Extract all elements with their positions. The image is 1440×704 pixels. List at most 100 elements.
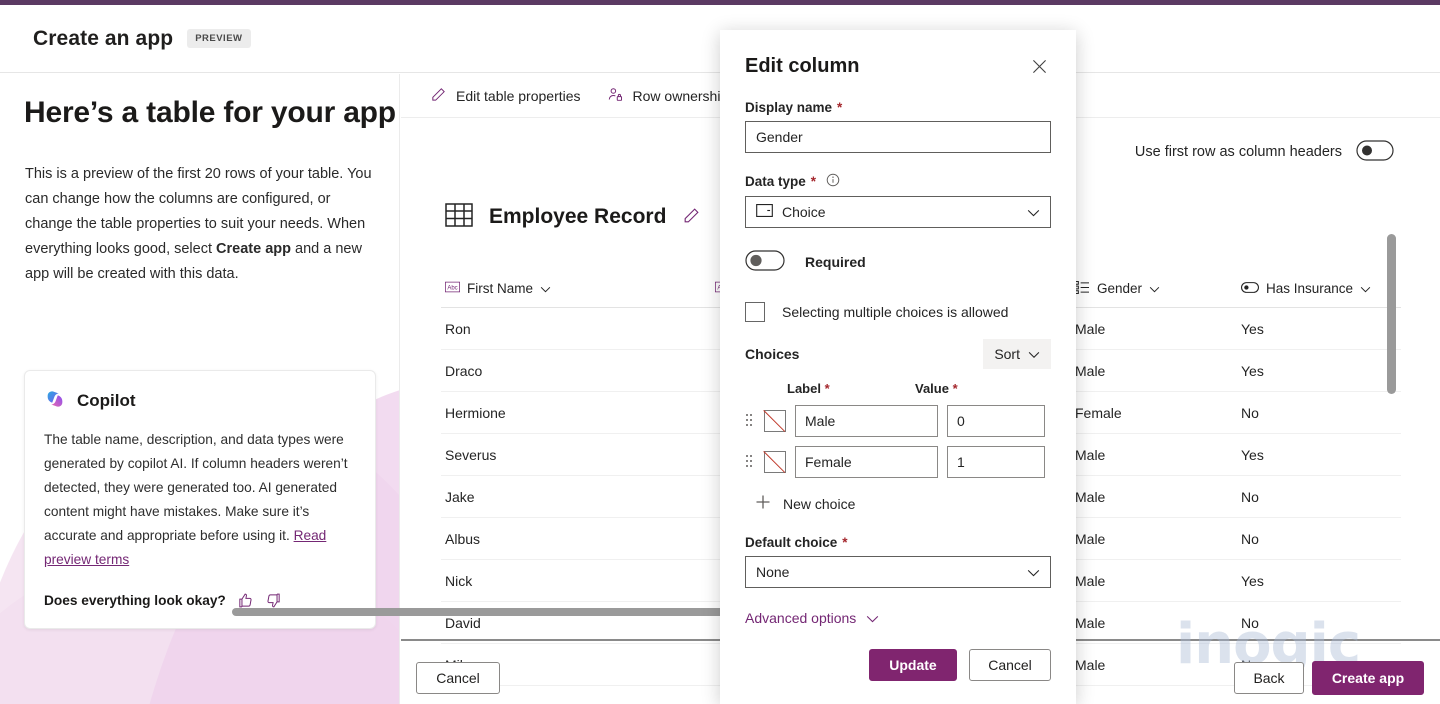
dialog-actions: Update Cancel [745,649,1051,681]
advanced-options-toggle[interactable]: Advanced options [745,610,1051,626]
cell-has-insurance: Yes [1241,362,1264,379]
copilot-header: Copilot [44,388,356,413]
cell-first-name: Albus [445,530,481,547]
data-type-label: Data type * [745,173,1051,190]
choices-label: Choices [745,346,800,362]
copilot-card: Copilot The table name, description, and… [24,370,376,629]
multi-select-label: Selecting multiple choices is allowed [782,304,1009,320]
drag-handle-icon[interactable] [745,412,755,430]
chevron-down-icon [866,610,879,626]
pencil-icon [430,86,447,106]
use-first-row-toggle[interactable] [1356,140,1394,164]
intro-text-bold: Create app [216,241,291,257]
column-header-gender[interactable]: Gender [1071,280,1237,297]
column-header-has-insurance[interactable]: Has Insurance [1237,281,1397,296]
back-button[interactable]: Back [1234,662,1304,694]
default-choice-label: Default choice * [745,535,1051,550]
row-ownership-label: Row ownership [632,87,729,104]
required-asterisk: * [948,381,958,396]
cell-has-insurance: Yes [1241,320,1264,337]
choice-label-input[interactable] [795,446,938,478]
page-title: Create an app [33,26,174,50]
dialog-header: Edit column [745,30,1051,78]
sort-button[interactable]: Sort [983,339,1051,369]
edit-table-name-icon[interactable] [682,206,701,228]
choice-value-input[interactable] [947,446,1045,478]
cell-has-insurance: No [1241,530,1259,547]
use-first-row-label: Use first row as column headers [1134,144,1342,160]
edit-table-properties-button[interactable]: Edit table properties [430,86,581,106]
dialog-cancel-button[interactable]: Cancel [969,649,1051,681]
copilot-body-text: The table name, description, and data ty… [44,432,348,543]
cell-first-name: Severus [445,446,497,463]
required-asterisk: * [837,100,843,115]
svg-text:Abc: Abc [447,285,457,291]
choice-type-icon [756,204,773,220]
person-lock-icon [607,86,624,106]
choices-column-headers: Label * Value * [745,381,1051,396]
edit-table-properties-label: Edit table properties [456,87,581,104]
table-name: Employee Record [489,204,667,228]
copilot-feedback-question: Does everything look okay? [44,593,226,608]
row-ownership-button[interactable]: Row ownership [607,86,729,106]
update-button[interactable]: Update [869,649,957,681]
sort-button-label: Sort [994,346,1020,362]
table-icon [445,202,473,231]
thumbs-down-icon[interactable] [265,592,282,609]
chevron-down-icon [540,281,551,296]
drag-handle-icon[interactable] [745,453,755,471]
dialog-title: Edit column [745,55,860,77]
default-choice-value: None [756,564,790,580]
multi-select-checkbox[interactable] [745,302,765,322]
color-swatch-none-icon[interactable] [764,451,786,473]
default-choice-dropdown[interactable]: None [745,556,1051,588]
choice-list-icon [1075,280,1090,297]
data-type-dropdown[interactable]: Choice [745,196,1051,228]
copilot-body: The table name, description, and data ty… [44,428,356,572]
column-header-first-name-label: First Name [467,281,534,296]
info-icon[interactable] [826,173,840,190]
copilot-title: Copilot [77,390,136,410]
chevron-down-icon [1027,564,1040,580]
advanced-options-label: Advanced options [745,610,857,626]
choice-label-input[interactable] [795,405,938,437]
plus-icon [755,494,771,513]
cell-has-insurance: No [1241,404,1259,421]
cell-first-name: David [445,614,481,631]
column-header-first-name[interactable]: Abc First Name [441,281,711,296]
new-choice-button[interactable]: New choice [755,494,1051,513]
column-header-gender-label: Gender [1097,281,1143,296]
cell-gender: Male [1075,488,1106,505]
required-asterisk: * [810,174,817,189]
display-name-label: Display name * [745,100,1051,115]
color-swatch-none-icon[interactable] [764,410,786,432]
cell-gender: Male [1075,614,1106,631]
cell-gender: Male [1075,530,1106,547]
cell-gender: Female [1075,404,1122,421]
vertical-scrollbar-thumb[interactable] [1387,234,1396,394]
choices-label-column-header-text: Label [787,381,821,396]
create-app-button[interactable]: Create app [1312,661,1424,695]
chevron-down-icon [1360,281,1371,296]
table-name-row: Employee Record [445,202,701,231]
display-name-input[interactable] [745,121,1051,153]
choices-value-column-header-text: Value [915,381,949,396]
new-choice-label: New choice [783,495,856,512]
required-label: Required [805,254,866,270]
display-name-label-text: Display name [745,100,833,115]
thumbs-up-icon[interactable] [237,592,254,609]
choice-value-input[interactable] [947,405,1045,437]
required-toggle[interactable] [745,250,785,274]
chevron-down-icon [1149,281,1160,296]
cell-first-name: Nick [445,572,473,589]
chevron-down-icon [1028,346,1040,362]
close-icon[interactable] [1028,55,1051,78]
cancel-button[interactable]: Cancel [416,662,500,694]
data-type-field-group: Data type * Choice [745,173,1051,228]
abc-text-icon: Abc [445,281,460,296]
required-asterisk: * [842,535,848,550]
choice-row [745,405,1051,437]
cell-has-insurance: Yes [1241,446,1264,463]
cell-gender: Male [1075,362,1106,379]
default-choice-label-text: Default choice [745,535,838,550]
